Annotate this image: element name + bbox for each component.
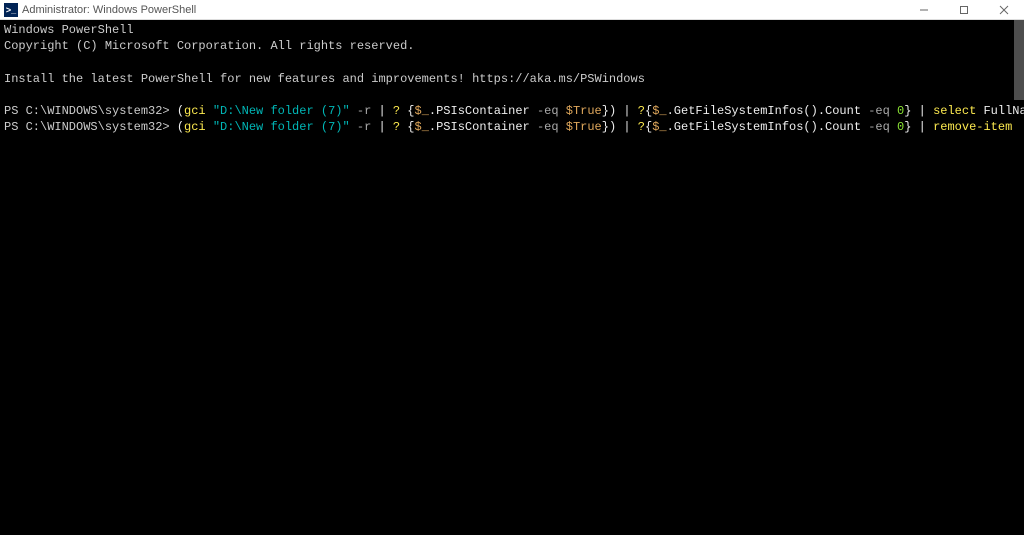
command-token: | bbox=[371, 104, 393, 118]
maximize-button[interactable] bbox=[944, 0, 984, 20]
command-token: }) | bbox=[602, 104, 638, 118]
command-token: gci bbox=[184, 120, 206, 134]
command-token: | bbox=[371, 120, 393, 134]
command-token: $True bbox=[566, 104, 602, 118]
command-token: .PSIsContainer bbox=[429, 120, 537, 134]
command-token: ? bbox=[638, 120, 645, 134]
command-token: } | bbox=[904, 104, 933, 118]
header-line-1: Windows PowerShell bbox=[4, 22, 1020, 38]
window-controls bbox=[904, 0, 1024, 19]
prompt: PS C:\WINDOWS\system32> bbox=[4, 120, 177, 134]
command-token bbox=[890, 120, 897, 134]
powershell-icon: >_ bbox=[4, 3, 18, 17]
command-token: { bbox=[400, 104, 414, 118]
command-token: } | bbox=[904, 120, 933, 134]
command-token: ? bbox=[638, 104, 645, 118]
minimize-icon bbox=[919, 5, 929, 15]
command-token bbox=[890, 104, 897, 118]
command-token: "D:\New folder (7)" bbox=[213, 104, 350, 118]
command-token bbox=[559, 120, 566, 134]
command-token: -r bbox=[357, 120, 371, 134]
command-token bbox=[559, 104, 566, 118]
scrollbar-track[interactable] bbox=[1010, 20, 1024, 535]
command-token: select bbox=[933, 104, 976, 118]
command-token: ( bbox=[177, 120, 184, 134]
window-title: Administrator: Windows PowerShell bbox=[22, 4, 196, 16]
command-token: { bbox=[400, 120, 414, 134]
blank-line bbox=[4, 87, 1020, 103]
blank-line bbox=[4, 54, 1020, 70]
command-line: PS C:\WINDOWS\system32> (gci "D:\New fol… bbox=[4, 119, 1020, 135]
maximize-icon bbox=[959, 5, 969, 15]
header-line-2: Copyright (C) Microsoft Corporation. All… bbox=[4, 38, 1020, 54]
command-token bbox=[350, 120, 357, 134]
command-line: PS C:\WINDOWS\system32> (gci "D:\New fol… bbox=[4, 103, 1020, 119]
close-icon bbox=[999, 5, 1009, 15]
minimize-button[interactable] bbox=[904, 0, 944, 20]
command-token: -eq bbox=[537, 120, 559, 134]
command-token: -eq bbox=[868, 120, 890, 134]
command-token: $True bbox=[566, 120, 602, 134]
command-token: "D:\New folder (7)" bbox=[213, 120, 350, 134]
scrollbar-thumb[interactable] bbox=[1014, 20, 1024, 100]
command-token: remove-item bbox=[933, 120, 1012, 134]
command-token: ( bbox=[177, 104, 184, 118]
command-token: gci bbox=[184, 104, 206, 118]
prompt: PS C:\WINDOWS\system32> bbox=[4, 104, 177, 118]
command-token bbox=[350, 104, 357, 118]
titlebar-left: >_ Administrator: Windows PowerShell bbox=[4, 3, 196, 17]
command-token: $_ bbox=[415, 104, 429, 118]
command-token: ? bbox=[393, 120, 400, 134]
command-token: $_ bbox=[652, 104, 666, 118]
command-token: -r bbox=[357, 104, 371, 118]
command-token: $_ bbox=[652, 120, 666, 134]
titlebar: >_ Administrator: Windows PowerShell bbox=[0, 0, 1024, 20]
command-token: .PSIsContainer bbox=[429, 104, 537, 118]
command-token: -eq bbox=[868, 104, 890, 118]
command-token: .GetFileSystemInfos().Count bbox=[667, 104, 869, 118]
terminal-area[interactable]: Windows PowerShell Copyright (C) Microso… bbox=[0, 20, 1024, 535]
command-token: .GetFileSystemInfos().Count bbox=[667, 120, 869, 134]
command-token: $_ bbox=[415, 120, 429, 134]
command-token: }) | bbox=[602, 120, 638, 134]
close-button[interactable] bbox=[984, 0, 1024, 20]
command-token bbox=[206, 120, 213, 134]
command-token bbox=[206, 104, 213, 118]
install-hint: Install the latest PowerShell for new fe… bbox=[4, 71, 1020, 87]
command-token: -eq bbox=[537, 104, 559, 118]
command-token: ? bbox=[393, 104, 400, 118]
